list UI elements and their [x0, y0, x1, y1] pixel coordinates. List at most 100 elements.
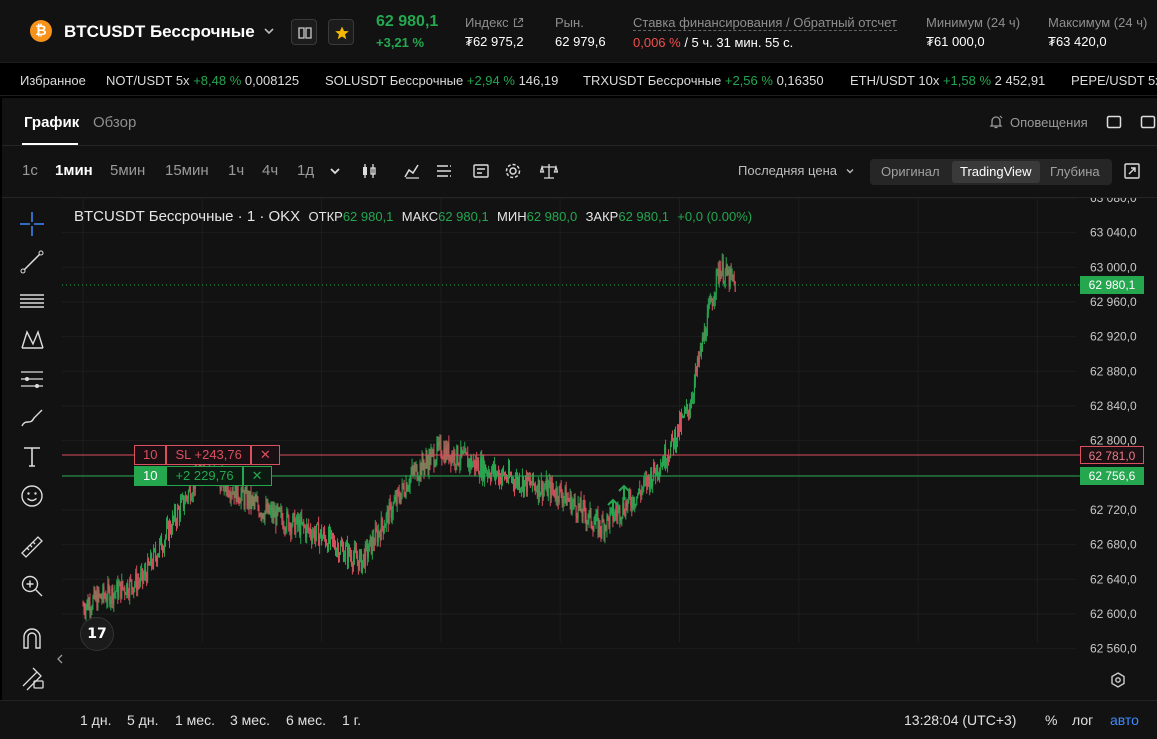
candle-body — [248, 493, 250, 507]
legend-change: +0,0 (0.00%) — [677, 209, 753, 224]
candle-body — [593, 524, 595, 532]
candle-body — [436, 441, 438, 460]
candle-body — [705, 335, 707, 338]
auto-toggle[interactable]: авто — [1110, 712, 1139, 728]
window-icon[interactable] — [1106, 114, 1122, 130]
ticker-item[interactable]: NOT/USDT 5x +8,48 % 0,008125 — [106, 73, 299, 88]
favorite-star-icon[interactable] — [328, 19, 354, 45]
candle-body — [258, 507, 260, 516]
emoji-icon[interactable] — [18, 482, 46, 510]
crosshair-icon[interactable] — [18, 210, 46, 238]
legend-high-label: МАКС — [401, 209, 439, 224]
range-1d[interactable]: 1 дн. — [80, 712, 111, 728]
candle-body — [472, 463, 474, 468]
text-tool-icon[interactable] — [18, 443, 46, 471]
stop-loss-order[interactable]: 10 SL +243,76 ✕ — [134, 445, 280, 465]
alerts-button[interactable]: Оповещения — [988, 114, 1088, 130]
collapse-arrow-icon[interactable] — [56, 653, 64, 665]
timeframe-1h[interactable]: 1ч — [228, 162, 244, 179]
ticker-favorites[interactable]: Избранное — [20, 73, 86, 88]
candle-body — [296, 515, 298, 523]
chevron-down-icon[interactable] — [262, 24, 276, 38]
fib-icon[interactable] — [18, 365, 46, 393]
y-tick-label: 62 560,0 — [1090, 642, 1137, 656]
settings-icon[interactable] — [1109, 671, 1127, 689]
ticker-item[interactable]: PEPE/USDT 5x — [1071, 73, 1157, 88]
timeframe-15m[interactable]: 15мин — [165, 162, 209, 179]
timeframe-1d[interactable]: 1д — [297, 162, 314, 179]
list-icon[interactable] — [435, 162, 453, 180]
sl-close-icon[interactable]: ✕ — [250, 445, 280, 465]
candle-body — [96, 593, 98, 609]
view-depth[interactable]: Глубина — [1050, 164, 1100, 179]
candle-body — [103, 586, 105, 597]
candle-body — [585, 515, 587, 524]
range-5d[interactable]: 5 дн. — [127, 712, 158, 728]
timeframe-5m[interactable]: 5мин — [110, 162, 145, 179]
price-chart[interactable]: 63 080,0 63 040,0 63 000,0 62 960,0 62 920,0… — [62, 198, 1157, 662]
book-icon[interactable] — [291, 19, 317, 45]
more-icon[interactable] — [1140, 114, 1156, 130]
candle-body — [448, 442, 450, 461]
candles-icon[interactable] — [360, 162, 378, 180]
horizontal-lines-icon[interactable] — [18, 287, 46, 315]
candle-body — [163, 550, 165, 552]
clock-timezone[interactable]: 13:28:04 (UTC+3) — [904, 712, 1016, 728]
tab-chart[interactable]: График — [24, 114, 79, 131]
zoom-in-icon[interactable] — [18, 572, 46, 600]
magnet-icon[interactable] — [18, 624, 46, 652]
view-original[interactable]: Оригинал — [881, 164, 940, 179]
candle-body — [545, 478, 547, 489]
view-tradingview[interactable]: TradingView — [952, 161, 1040, 183]
candle-body — [336, 549, 338, 555]
funding-label[interactable]: Ставка финансирования / Обратный отсчет — [633, 15, 897, 31]
timeframe-4h[interactable]: 4ч — [262, 162, 278, 179]
lock-drawings-icon[interactable] — [18, 663, 46, 691]
range-6m[interactable]: 6 мес. — [286, 712, 326, 728]
pattern-icon[interactable] — [18, 326, 46, 354]
take-profit-order[interactable]: 10 +2 229,76 ✕ — [134, 466, 272, 486]
candle-body — [422, 456, 424, 466]
candle-body — [137, 581, 139, 591]
ticker-item[interactable]: SOLUSDT Бессрочные +2,94 % 146,19 — [325, 73, 558, 88]
candle-body — [403, 487, 405, 495]
candle-body — [372, 536, 374, 545]
ruler-icon[interactable] — [18, 533, 46, 561]
range-3m[interactable]: 3 мес. — [230, 712, 270, 728]
chevron-down-icon[interactable] — [326, 162, 344, 180]
tp-close-icon[interactable]: ✕ — [242, 466, 272, 486]
candle-body — [454, 451, 456, 465]
brush-icon[interactable] — [18, 404, 46, 432]
range-1m[interactable]: 1 мес. — [175, 712, 215, 728]
candle-body — [485, 464, 487, 474]
external-link-icon[interactable] — [513, 17, 524, 28]
range-1y[interactable]: 1 г. — [342, 712, 361, 728]
log-toggle[interactable]: лог — [1072, 712, 1093, 728]
trend-line-icon[interactable] — [18, 248, 46, 276]
candle-body — [696, 357, 698, 372]
timeframe-1m[interactable]: 1мин — [55, 162, 93, 179]
candle-body — [249, 491, 251, 507]
candle-body — [242, 485, 244, 493]
candle-body — [643, 479, 645, 488]
candle-body — [411, 467, 413, 474]
template-icon[interactable] — [472, 162, 490, 180]
fullscreen-icon[interactable] — [1123, 162, 1141, 180]
price-source-select[interactable]: Последняя цена — [738, 163, 855, 178]
gear-icon[interactable] — [504, 162, 522, 180]
candle-body — [484, 464, 486, 480]
candle-body — [283, 527, 285, 529]
timeframe-1s[interactable]: 1с — [22, 162, 38, 179]
index-label: Индекс — [465, 15, 509, 30]
ticker-item[interactable]: TRXUSDT Бессрочные +2,56 % 0,16350 — [583, 73, 824, 88]
candle-body — [558, 486, 560, 503]
percent-toggle[interactable]: % — [1045, 712, 1057, 728]
symbol-name[interactable]: BTCUSDT Бессрочные — [64, 22, 255, 42]
candle-body — [470, 457, 472, 468]
ticker-item[interactable]: ETH/USDT 10x +1,58 % 2 452,91 — [850, 73, 1045, 88]
indicators-icon[interactable] — [403, 162, 421, 180]
funding-rate: Ставка финансирования / Обратный отсчет … — [633, 15, 897, 50]
tab-overview[interactable]: Обзор — [93, 114, 136, 131]
candle-body — [683, 410, 685, 417]
balance-scale-icon[interactable] — [540, 162, 558, 180]
